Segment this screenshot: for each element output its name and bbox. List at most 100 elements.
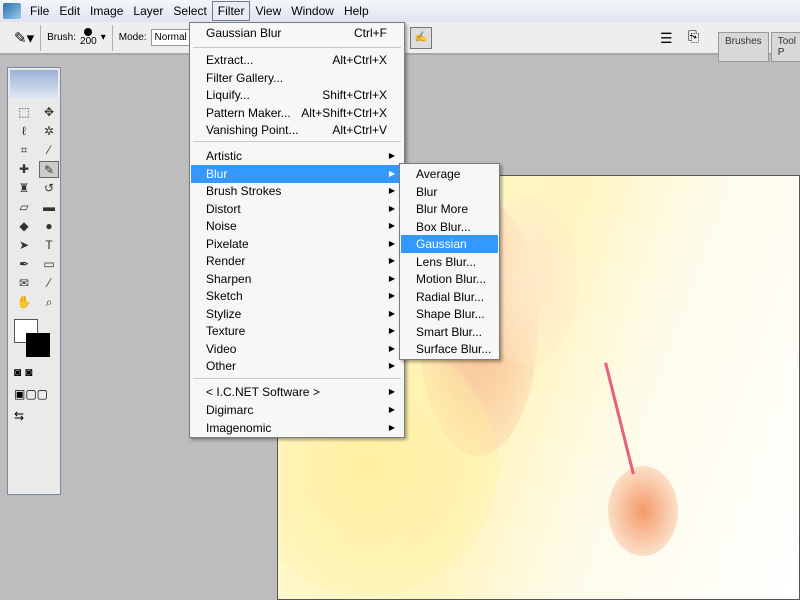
path-selection-icon[interactable]: ➤ <box>14 237 34 254</box>
menu-item-sharpen[interactable]: Sharpen ▶ <box>191 270 403 288</box>
menu-file[interactable]: File <box>25 2 54 20</box>
eraser-icon[interactable]: ▱ <box>14 199 34 216</box>
menu-item-plugin[interactable]: < I.C.NET Software > ▶ <box>191 383 403 401</box>
brush-tool-icon[interactable]: ✎ <box>39 161 59 178</box>
magic-wand-icon[interactable]: ✲ <box>39 123 59 140</box>
menu-item-blur[interactable]: Blur ▶ <box>191 164 403 183</box>
menu-bar: File Edit Image Layer Select Filter View… <box>0 0 800 22</box>
marquee-tool-icon[interactable]: ⬚ <box>14 104 34 121</box>
background-color[interactable] <box>26 333 50 357</box>
submenu-item[interactable]: Blur <box>401 183 498 201</box>
menu-item[interactable]: Liquify... Shift+Ctrl+X <box>191 86 403 104</box>
menu-item-label: Gaussian Blur... <box>416 237 467 269</box>
menu-window[interactable]: Window <box>286 2 339 20</box>
submenu-item[interactable]: Blur More <box>401 200 498 218</box>
menu-select[interactable]: Select <box>168 2 211 20</box>
menu-item-render[interactable]: Render ▶ <box>191 252 403 270</box>
blur-tool-icon[interactable]: ◆ <box>14 218 34 235</box>
mask-mode[interactable]: ◙ ◙ <box>14 363 54 381</box>
pen-tool-icon[interactable]: ✒ <box>14 256 34 273</box>
history-brush-icon[interactable]: ↺ <box>39 180 59 197</box>
clone-stamp-icon[interactable]: ♜ <box>14 180 34 197</box>
menu-item-label: Stylize <box>206 306 242 321</box>
menu-separator <box>193 141 401 142</box>
menu-item-other[interactable]: Other ▶ <box>191 357 403 375</box>
menu-item-artistic[interactable]: Artistic ▶ <box>191 147 403 165</box>
crop-tool-icon[interactable]: ⌗ <box>14 142 34 159</box>
menu-item-distort[interactable]: Distort ▶ <box>191 200 403 218</box>
toolbox-header[interactable] <box>10 70 58 98</box>
submenu-item[interactable]: Gaussian Blur... <box>401 235 498 269</box>
lasso-tool-icon[interactable]: ℓ <box>14 123 34 140</box>
menu-layer[interactable]: Layer <box>128 2 168 20</box>
photo-cup <box>608 466 678 556</box>
shape-tool-icon[interactable]: ▭ <box>39 256 59 273</box>
menu-separator <box>193 378 401 379</box>
mode-select[interactable]: Normal <box>150 29 191 46</box>
menu-item-label: Box Blur... <box>416 219 471 234</box>
submenu-item[interactable]: Motion Blur... <box>401 270 498 288</box>
menu-item-noise[interactable]: Noise ▶ <box>191 217 403 235</box>
menu-help[interactable]: Help <box>339 2 374 20</box>
shortcut: Ctrl+F <box>354 26 387 40</box>
healing-brush-icon[interactable]: ✚ <box>14 161 34 178</box>
notes-tool-icon[interactable]: ✉ <box>14 275 34 292</box>
hand-tool-icon[interactable]: ✋ <box>14 294 34 311</box>
brush-tool-icon[interactable]: ✎▾ <box>14 29 34 47</box>
brush-picker[interactable]: 200 <box>80 28 97 47</box>
menu-item-label: Sketch <box>206 289 243 303</box>
menu-item-label: Digimarc <box>206 402 254 417</box>
quick-mask-icon[interactable]: ◙ <box>25 363 32 381</box>
menu-item[interactable]: Vanishing Point... Alt+Ctrl+V <box>191 121 403 139</box>
menu-filter[interactable]: Filter <box>211 1 251 21</box>
submenu-item[interactable]: Radial Blur... <box>401 288 498 306</box>
screen-mode-icon[interactable]: ▣▢▢ <box>14 385 54 403</box>
menu-item-texture[interactable]: Texture ▶ <box>191 322 403 340</box>
brush-dropdown-icon[interactable]: ▾ <box>101 32 106 43</box>
submenu-item[interactable]: Lens Blur... <box>401 253 498 271</box>
menu-item-label: Liquify... <box>206 88 250 102</box>
file-browser-icon[interactable]: ⎘ <box>688 28 699 45</box>
submenu-item[interactable]: Surface Blur... <box>401 340 498 358</box>
gradient-tool-icon[interactable]: ▬ <box>39 199 59 216</box>
menu-edit[interactable]: Edit <box>54 2 85 20</box>
submenu-arrow-icon: ▶ <box>388 387 395 396</box>
zoom-tool-icon[interactable]: ⌕ <box>39 294 59 311</box>
submenu-item[interactable]: Box Blur... <box>401 218 498 236</box>
palette-well-icon[interactable]: ☰ <box>660 30 673 47</box>
airbrush-icon[interactable]: ✍ <box>410 27 432 49</box>
submenu-item[interactable]: Shape Blur... <box>401 305 498 323</box>
menu-item-label: Smart Blur... <box>416 324 483 339</box>
menu-item-brush-strokes[interactable]: Brush Strokes ▶ <box>191 182 403 200</box>
dodge-tool-icon[interactable]: ● <box>39 218 59 235</box>
color-swatches[interactable] <box>14 319 54 359</box>
slice-tool-icon[interactable]: ⁄ <box>39 142 59 159</box>
menu-item-label: Vanishing Point... <box>206 123 299 137</box>
menu-item-sketch[interactable]: Sketch ▶ <box>191 287 403 305</box>
menu-item-plugin[interactable]: Imagenomic ▶ <box>191 419 403 437</box>
menu-item[interactable]: Filter Gallery... <box>191 69 403 87</box>
eyedropper-icon[interactable]: ⁄ <box>39 275 59 292</box>
menu-item-video[interactable]: Video ▶ <box>191 340 403 358</box>
menu-separator <box>193 47 401 48</box>
menu-item[interactable]: Extract... Alt+Ctrl+X <box>191 51 403 69</box>
brush-label: Brush: <box>47 32 77 43</box>
menu-item-last-filter[interactable]: Gaussian Blur Ctrl+F <box>191 24 403 42</box>
menu-image[interactable]: Image <box>85 2 128 20</box>
menu-item-plugin[interactable]: Digimarc ▶ <box>191 401 403 419</box>
move-tool-icon[interactable]: ✥ <box>39 104 59 121</box>
tab-tool-presets[interactable]: Tool P <box>770 32 800 62</box>
tab-brushes[interactable]: Brushes <box>718 32 769 62</box>
menu-item-label: Video <box>206 341 237 356</box>
jump-to-imageready-icon[interactable]: ⇆ <box>14 407 54 425</box>
submenu-item[interactable]: Smart Blur... <box>401 323 498 341</box>
menu-item-pixelate[interactable]: Pixelate ▶ <box>191 235 403 253</box>
type-tool-icon[interactable]: T <box>39 237 59 254</box>
menu-item-label: < I.C.NET Software > <box>206 385 320 399</box>
menu-item[interactable]: Pattern Maker... Alt+Shift+Ctrl+X <box>191 104 403 122</box>
standard-mode-icon[interactable]: ◙ <box>14 363 21 381</box>
submenu-item[interactable]: Average <box>401 165 498 183</box>
menu-item-label: Render <box>206 254 246 268</box>
menu-view[interactable]: View <box>250 2 286 20</box>
menu-item-stylize[interactable]: Stylize ▶ <box>191 305 403 323</box>
